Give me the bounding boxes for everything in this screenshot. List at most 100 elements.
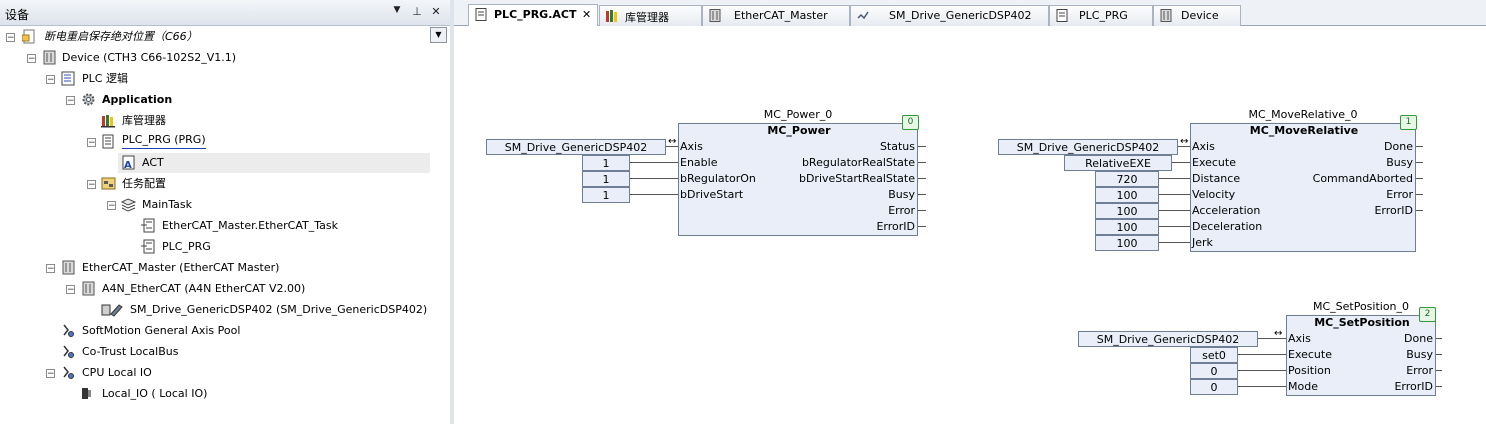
tree-item-ethercat-master[interactable]: − EtherCAT_Master (EtherCAT Master) bbox=[0, 258, 430, 278]
tree-item-label: MainTask bbox=[142, 198, 192, 211]
input-variable-box[interactable]: SM_Drive_GenericDSP402 bbox=[998, 139, 1178, 155]
tree-item-act[interactable]: A ACT bbox=[118, 153, 430, 173]
task-config-icon bbox=[101, 177, 116, 190]
input-pin[interactable]: Enable bbox=[680, 155, 717, 171]
tree-item-ethercat-task[interactable]: EtherCAT_Master.EtherCAT_Task bbox=[0, 216, 430, 236]
library-icon bbox=[606, 10, 617, 22]
tab-sm-drive[interactable]: SM_Drive_GenericDSP402 bbox=[850, 5, 1049, 26]
tree-item-sm-drive[interactable]: SM_Drive_GenericDSP402 (SM_Drive_Generic… bbox=[0, 300, 430, 320]
output-pin[interactable]: ErrorID bbox=[1394, 379, 1433, 395]
input-variable-box[interactable]: SM_Drive_GenericDSP402 bbox=[1078, 331, 1258, 347]
mc-setposition-block[interactable]: MC_SetPosition 2 Axis Execute Position M… bbox=[1286, 307, 1436, 396]
output-pin[interactable]: Busy bbox=[1406, 347, 1433, 363]
tree-item-cpu-local-io[interactable]: − CPU Local IO bbox=[0, 363, 430, 383]
input-constant-box[interactable]: 1 bbox=[582, 171, 630, 187]
input-constant-box[interactable]: 100 bbox=[1095, 219, 1159, 235]
connection-line bbox=[1159, 226, 1190, 227]
output-pin[interactable]: bRegulatorRealState bbox=[802, 155, 915, 171]
close-tab-icon[interactable]: ✕ bbox=[582, 8, 591, 21]
input-pin[interactable]: Distance bbox=[1192, 171, 1240, 187]
input-constant-box[interactable]: 1 bbox=[582, 187, 630, 203]
block-instance-name: MC_MoveRelative_0 bbox=[1248, 108, 1358, 121]
collapse-icon[interactable]: − bbox=[87, 138, 96, 148]
tree-item-localbus[interactable]: Co-Trust LocalBus bbox=[0, 342, 430, 362]
block-type: MC_Power bbox=[767, 124, 831, 137]
tree-item-plc-logic[interactable]: − PLC 逻辑 bbox=[0, 69, 430, 89]
input-constant-box[interactable]: 0 bbox=[1190, 363, 1238, 379]
close-icon[interactable]: ✕ bbox=[429, 5, 443, 18]
tree-item-plc-prg-call[interactable]: PLC_PRG bbox=[0, 237, 430, 257]
input-pin[interactable]: Deceleration bbox=[1192, 219, 1262, 235]
input-pin[interactable]: Axis bbox=[1288, 331, 1311, 347]
output-pin[interactable]: Done bbox=[1384, 139, 1413, 155]
input-constant-box[interactable]: 100 bbox=[1095, 235, 1159, 251]
library-icon bbox=[101, 115, 115, 128]
collapse-icon[interactable]: − bbox=[27, 54, 36, 64]
input-pin[interactable]: Axis bbox=[680, 139, 703, 155]
input-pin[interactable]: Jerk bbox=[1192, 235, 1213, 251]
collapse-icon[interactable]: − bbox=[46, 75, 55, 85]
tab-library-manager[interactable]: 库管理器 bbox=[599, 5, 702, 26]
input-variable-box[interactable]: RelativeEXE bbox=[1064, 155, 1172, 171]
device-icon bbox=[709, 9, 721, 22]
collapse-icon[interactable]: − bbox=[6, 33, 15, 43]
mc-moverelative-block[interactable]: MC_MoveRelative 1 Axis Execute Distance … bbox=[1190, 115, 1417, 252]
input-pin[interactable]: Velocity bbox=[1192, 187, 1235, 203]
tree-item-device[interactable]: − Device (CTH3 C66-102S2_V1.1) bbox=[0, 48, 430, 68]
output-pin[interactable]: Error bbox=[1386, 187, 1413, 203]
output-pin[interactable]: Status bbox=[880, 139, 915, 155]
output-pin[interactable]: bDriveStartRealState bbox=[799, 171, 915, 187]
input-pin[interactable]: Acceleration bbox=[1192, 203, 1260, 219]
input-constant-box[interactable]: 0 bbox=[1190, 379, 1238, 395]
connection-line bbox=[1159, 210, 1190, 211]
input-pin[interactable]: bDriveStart bbox=[680, 187, 743, 203]
program-icon bbox=[475, 8, 487, 21]
tree-item-a4n-ethercat[interactable]: − A4N_EtherCAT (A4N EtherCAT V2.00) bbox=[0, 279, 430, 299]
output-pin[interactable]: ErrorID bbox=[1374, 203, 1413, 219]
input-constant-box[interactable]: 720 bbox=[1095, 171, 1159, 187]
mc-power-block[interactable]: MC_Power 0 Axis Enable bRegulatorOn bDri… bbox=[678, 115, 919, 236]
collapse-icon[interactable]: − bbox=[46, 369, 55, 379]
collapse-icon[interactable]: − bbox=[66, 285, 75, 295]
input-constant-box[interactable]: 1 bbox=[582, 155, 630, 171]
input-pin[interactable]: Execute bbox=[1288, 347, 1332, 363]
gear-icon bbox=[82, 93, 95, 106]
tree-item-application[interactable]: − Application bbox=[0, 90, 430, 110]
input-constant-box[interactable]: 100 bbox=[1095, 203, 1159, 219]
output-pin[interactable]: Error bbox=[1406, 363, 1433, 379]
input-pin[interactable]: bRegulatorOn bbox=[680, 171, 756, 187]
tree-dropdown-button[interactable]: ▼ bbox=[430, 27, 447, 43]
input-pin[interactable]: Axis bbox=[1192, 139, 1215, 155]
collapse-icon[interactable]: − bbox=[107, 201, 116, 211]
panel-menu-icon[interactable]: ▼ bbox=[390, 5, 404, 15]
block-instance-name: MC_Power_0 bbox=[763, 108, 833, 121]
collapse-icon[interactable]: − bbox=[46, 264, 55, 274]
tree-item-plc-prg[interactable]: − PLC_PRG (PRG) bbox=[0, 132, 430, 152]
tree-item-project[interactable]: − 断电重启保存绝对位置（C66） bbox=[0, 27, 430, 47]
tree-item-local-io[interactable]: Local_IO ( Local IO) bbox=[0, 384, 430, 404]
cfc-editor-canvas[interactable]: MC_Power_0 MC_Power 0 Axis Enable bRegul… bbox=[454, 27, 1486, 424]
input-variable-box[interactable]: SM_Drive_GenericDSP402 bbox=[486, 139, 666, 155]
tab-plc-prg[interactable]: PLC_PRG bbox=[1049, 5, 1153, 26]
output-pin[interactable]: ErrorID bbox=[876, 219, 915, 235]
tree-item-maintask[interactable]: − MainTask bbox=[0, 195, 430, 215]
tree-item-library-manager[interactable]: 库管理器 bbox=[0, 111, 430, 131]
tree-item-axis-pool[interactable]: SoftMotion General Axis Pool bbox=[0, 321, 430, 341]
input-pin[interactable]: Position bbox=[1288, 363, 1331, 379]
collapse-icon[interactable]: − bbox=[87, 180, 96, 190]
input-constant-box[interactable]: 100 bbox=[1095, 187, 1159, 203]
output-pin[interactable]: Busy bbox=[1386, 155, 1413, 171]
input-pin[interactable]: Mode bbox=[1288, 379, 1318, 395]
tab-ethercat-master[interactable]: EtherCAT_Master bbox=[702, 5, 850, 26]
pin-icon[interactable]: ⊥ bbox=[410, 5, 424, 18]
tab-plc-prg-act[interactable]: PLC_PRG.ACT ✕ bbox=[468, 4, 598, 26]
input-variable-box[interactable]: set0 bbox=[1190, 347, 1238, 363]
collapse-icon[interactable]: − bbox=[66, 96, 75, 106]
output-pin[interactable]: Busy bbox=[888, 187, 915, 203]
output-pin[interactable]: Done bbox=[1404, 331, 1433, 347]
tab-device[interactable]: Device bbox=[1153, 5, 1241, 26]
output-pin[interactable]: Error bbox=[888, 203, 915, 219]
output-pin[interactable]: CommandAborted bbox=[1313, 171, 1413, 187]
tree-item-task-config[interactable]: − 任务配置 bbox=[0, 174, 430, 194]
input-pin[interactable]: Execute bbox=[1192, 155, 1236, 171]
